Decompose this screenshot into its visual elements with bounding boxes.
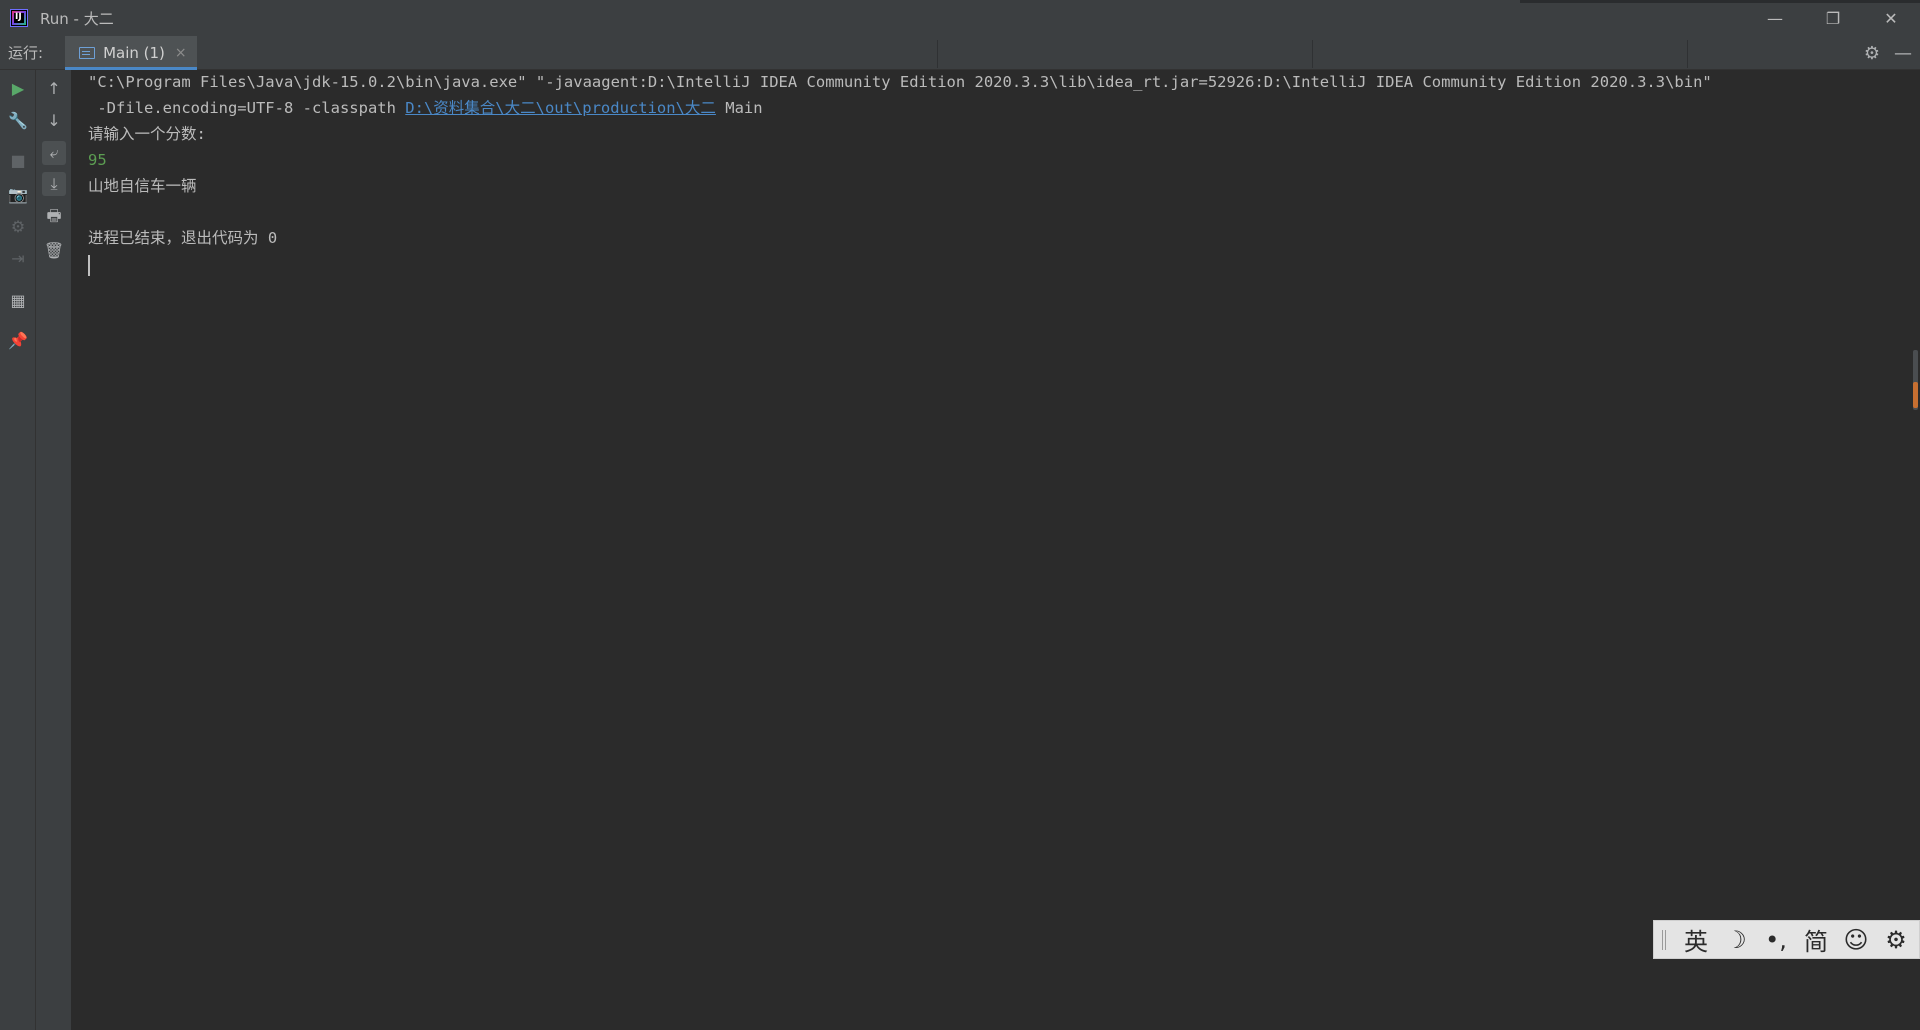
console-actions-toolbar: ↑ ↓ ⤶ ⤓ 🖶 🗑	[36, 70, 72, 1030]
pin-icon[interactable]: 📌	[6, 328, 30, 352]
command-line: "C:\Program Files\Java\jdk-15.0.2\bin\ja…	[88, 73, 1712, 91]
up-arrow-icon[interactable]: ↑	[42, 76, 66, 100]
scroll-to-end-icon[interactable]: ⤓	[42, 172, 66, 196]
program-output: 山地自信车一辆	[88, 177, 197, 195]
language-toggle[interactable]: 英	[1676, 922, 1716, 957]
settings-gear-icon[interactable]: ⚙	[1864, 43, 1880, 64]
prompt-text: 请输入一个分数:	[88, 125, 206, 143]
close-button[interactable]: ✕	[1862, 0, 1920, 36]
wrench-icon[interactable]: 🔧	[6, 108, 30, 132]
tab-close-icon[interactable]: ×	[175, 45, 187, 61]
restore-button[interactable]: ❐	[1804, 0, 1862, 36]
exit-message: 进程已结束，退出代码为 0	[88, 229, 278, 247]
down-arrow-icon[interactable]: ↓	[42, 108, 66, 132]
command-line-continued: -Dfile.encoding=UTF-8 -classpath D:\资料集合…	[88, 99, 763, 117]
scrollbar-marker	[1913, 382, 1918, 408]
classpath-link[interactable]: D:\资料集合\大二\out\production\大二	[405, 99, 716, 117]
header-actions: ⚙ —	[1864, 36, 1912, 70]
hide-icon[interactable]: —	[1894, 43, 1912, 64]
rerun-icon[interactable]: ▶	[6, 76, 30, 100]
window-controls: — ❐ ✕	[1746, 0, 1920, 36]
punctuation-icon[interactable]: •,	[1756, 926, 1796, 954]
exit-icon[interactable]: ⇥	[6, 246, 30, 270]
print-icon[interactable]: 🖶	[42, 206, 66, 230]
ime-toolbar: 英 ☽ •, 简 ☺ ⚙	[1653, 920, 1920, 959]
simplified-toggle[interactable]: 简	[1796, 922, 1836, 957]
run-label: 运行:	[8, 44, 44, 62]
console-output[interactable]: "C:\Program Files\Java\jdk-15.0.2\bin\ja…	[72, 70, 1920, 1030]
tab-main[interactable]: Main (1) ×	[65, 35, 197, 70]
camera-icon[interactable]: 📷	[6, 182, 30, 206]
drag-handle[interactable]	[1662, 929, 1666, 950]
soft-wrap-icon[interactable]: ⤶	[42, 141, 66, 165]
trash-icon[interactable]: 🗑	[42, 238, 66, 262]
debug-icon[interactable]: ⚙	[6, 214, 30, 238]
minimize-button[interactable]: —	[1746, 0, 1804, 36]
text-caret	[88, 255, 90, 276]
ime-settings-icon[interactable]: ⚙	[1876, 926, 1916, 954]
layout-icon[interactable]: ▦	[6, 288, 30, 312]
intellij-logo-icon: IJ	[10, 9, 28, 27]
tab-label: Main (1)	[103, 43, 165, 62]
run-toolwindow-header: 运行: Main (1) ×	[0, 35, 1920, 70]
run-actions-toolbar: ▶ 🔧 ■ 📷 ⚙ ⇥ ▦ 📌	[0, 70, 36, 1030]
emoji-icon[interactable]: ☺	[1836, 926, 1876, 954]
moon-icon[interactable]: ☽	[1716, 926, 1756, 954]
window-title: Run - 大二	[40, 9, 114, 28]
console-icon	[79, 46, 96, 59]
user-input-text: 95	[88, 151, 107, 169]
title-bar: IJ Run - 大二 — ❐ ✕	[0, 0, 1920, 36]
stop-icon[interactable]: ■	[6, 148, 30, 172]
